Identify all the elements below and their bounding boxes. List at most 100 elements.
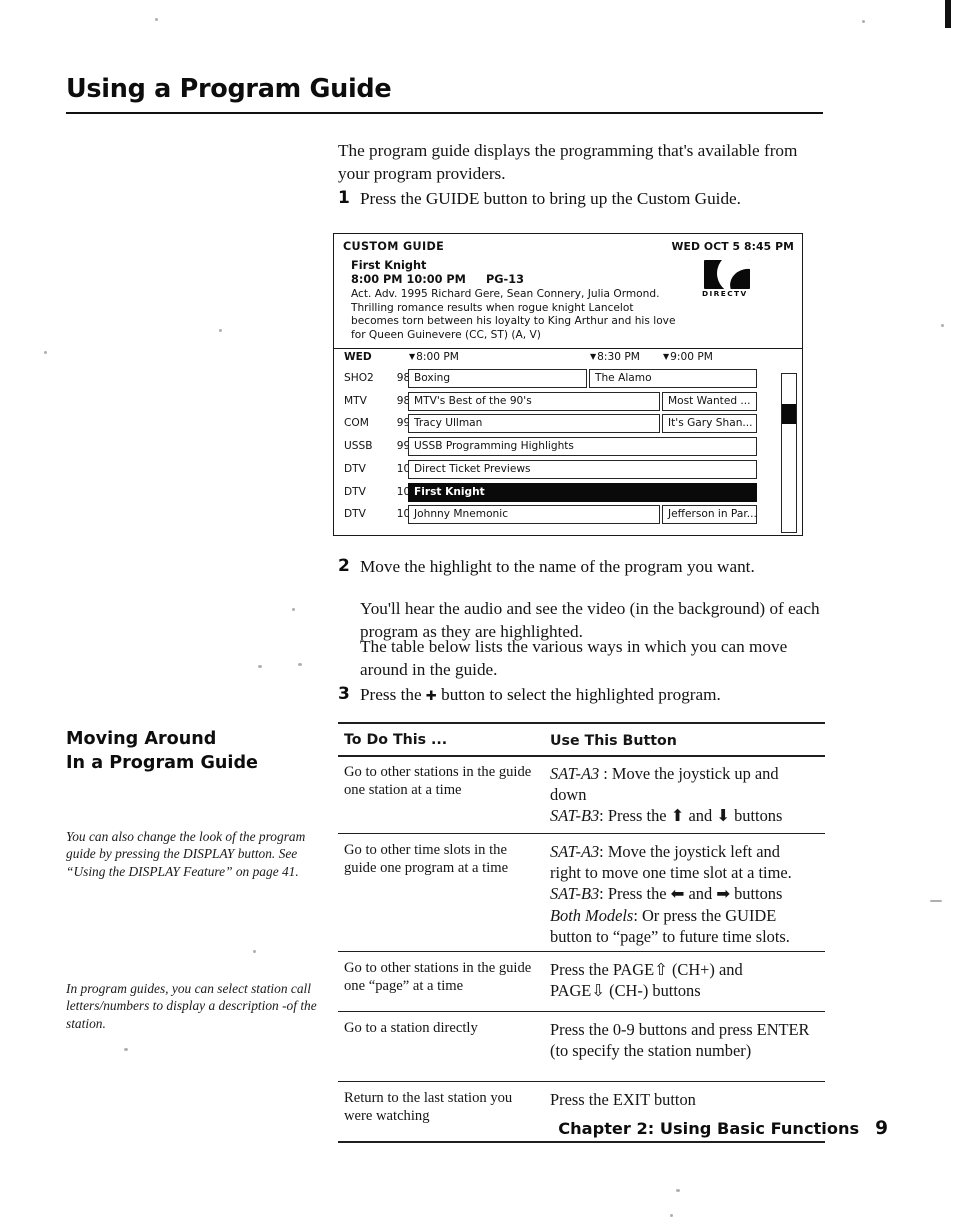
instruction-text: Press the EXIT button [550,1090,696,1109]
table-cell-line: SAT-B3: Press the ⬆ and ⬇ buttons [550,806,783,826]
table-cell-line: down [550,784,822,805]
scan-speck [258,665,262,668]
guide-cell[interactable]: The Alamo [589,369,757,388]
instruction-text: Or press the GUIDE [641,905,777,925]
table-divider [338,755,825,757]
guide-station-call[interactable]: MTV [344,395,386,407]
guide-program-rating: PG-13 [486,273,524,286]
guide-row[interactable]: DTV 100 Direct Ticket Previews [334,459,802,481]
scan-speck [219,329,222,332]
guide-program-name: First Knight [351,259,427,272]
step-3: 3 Press the ✚ button to select the highl… [338,684,824,709]
guide-station-call[interactable]: USSB [344,440,386,452]
table-cell-do: Go to other time slots in the guide one … [344,842,509,877]
guide-cell[interactable]: Boxing [408,369,587,388]
table-cell-line: SAT-A3 : Move the joystick up and [550,764,779,783]
footer-chapter: Chapter 2: Using Basic Functions [558,1119,860,1138]
guide-station-call[interactable]: SHO2 [344,372,386,384]
guide-row[interactable]: DTV 105 Johnny Mnemonic Jefferson in Par... [334,504,802,526]
guide-cell[interactable]: USSB Programming Highlights [408,437,757,457]
step-2-number: 2 [338,556,350,576]
time-slot-label: 8:30 PM [597,351,640,363]
table-cell-button: SAT-A3 : Move the joystick up and down SAT… [550,763,822,827]
intro-paragraph: The program guide displays the programmi… [338,141,798,183]
instruction-text: Press the ⬆ and ⬇ buttons [607,806,783,826]
table-cell-do: Go to a station directly [344,1020,478,1036]
guide-row[interactable]: SHO2 987 Boxing The Alamo [334,368,802,390]
guide-grid: WED ▼8:00 PM ▼8:30 PM ▼9:00 PM SHO2 987 Boxin… [334,349,802,535]
table-divider [338,722,825,724]
table-cell-line: SAT-B3: Press the ⬅ and ➡ buttons [550,884,783,904]
instruction-text: down [550,785,587,805]
guide-title: CUSTOM GUIDE [343,240,445,253]
guide-cell-selected[interactable]: First Knight [408,482,757,502]
table-divider [338,1011,825,1013]
footer-page-number: 9 [875,1118,888,1139]
step-3-text-before: Press the [360,685,426,704]
step-1-number: 1 [338,188,350,208]
table-cell-line: Press the PAGE⇧ (CH+) and [550,959,822,980]
model-name: SAT-B3 [550,806,600,826]
scan-speck [676,1189,680,1192]
guide-station-call[interactable]: COM [344,417,386,429]
guide-datetime: WED OCT 5 8:45 PM [671,240,794,253]
guide-row[interactable]: MTV 989 MTV's Best of the 90's Most Wanted … [334,391,802,413]
guide-station-call[interactable]: DTV [344,463,386,475]
directv-logo-mark [704,260,750,289]
guide-cell[interactable]: Most Wanted ... [662,391,757,411]
scan-speck [124,1048,128,1051]
guide-cell[interactable]: It's Gary Shan... [662,414,757,434]
directv-logo-icon: DIRECTV [696,260,758,302]
select-button-icon: ✚ [425,689,437,704]
guide-cell[interactable]: Johnny Mnemonic [408,505,660,525]
guide-row[interactable]: COM 990 Tracy Ullman It's Gary Shan... [334,413,802,435]
scan-speck [298,663,302,666]
table-cell-line: SAT-A3: Move the joystick left and [550,842,780,861]
time-slot-marker-icon: ▼ [409,352,416,361]
custom-guide-screenshot: CUSTOM GUIDE WED OCT 5 8:45 PM First Kni… [333,233,803,536]
guide-time-slot-3: ▼9:00 PM [663,351,713,363]
scan-speck [292,608,295,611]
table-header-button: Use This Button [550,733,677,749]
guide-station-call[interactable]: DTV [344,508,386,520]
scan-speck [930,900,942,902]
page-footer: Chapter 2: Using Basic Functions 9 [558,1118,888,1139]
table-cell-do: Go to other stations in the guide one st… [344,764,532,799]
table-divider [338,1081,825,1083]
time-slot-marker-icon: ▼ [590,352,597,361]
table-cell-line: Both Models: Or press the GUIDE [550,905,777,925]
table-divider [338,833,825,835]
scan-speck [155,18,158,21]
model-name: Both Models [550,905,634,925]
guide-row[interactable]: DTV 102 First Knight [334,482,802,504]
table-header-do: To Do This ... [344,732,448,748]
time-slot-label: 9:00 PM [670,351,713,363]
margin-note-display: You can also change the look of the prog… [66,829,306,879]
step-3-text: Press the ✚ button to select the highlig… [360,684,721,709]
section-heading-line1: Moving Around [66,729,217,749]
guide-program-description: Act. Adv. 1995 Richard Gere, Sean Conner… [351,288,676,341]
step-3-text-after: button to select the highlighted program… [436,685,721,704]
model-name: SAT-B3 [550,884,600,904]
step-3-number: 3 [338,684,350,704]
table-cell-line: PAGE⇩ (CH-) buttons [550,980,822,1001]
scan-speck [670,1214,673,1217]
table-cell-do: Return to the last station you were watc… [344,1090,513,1125]
table-cell-line: (to specify the station number) [550,1040,822,1061]
table-cell-button: Press the PAGE⇧ (CH+) and PAGE⇩ (CH-) but… [550,959,822,1001]
guide-station-call[interactable]: DTV [344,486,386,498]
instruction-text: right to move one time slot at a time. [550,863,792,883]
instruction-text: (to specify the station number) [550,1041,752,1061]
guide-cell[interactable]: Jefferson in Par... [662,505,757,525]
guide-cell[interactable]: Direct Ticket Previews [408,459,757,479]
guide-cell[interactable]: MTV's Best of the 90's [408,391,660,411]
guide-cell[interactable]: Tracy Ullman [408,414,660,434]
step-2-text: Move the highlight to the name of the pr… [360,557,755,576]
guide-row[interactable]: USSB 999 USSB Programming Highlights [334,436,802,458]
table-cell-line: Press the EXIT button [550,1089,822,1110]
step-1-text: Press the GUIDE button to bring up the C… [360,189,741,208]
table-divider [338,1141,825,1143]
page-title: Using a Program Guide [66,74,392,104]
margin-note-station: In program guides, you can select statio… [66,981,317,1031]
guide-program-times: 8:00 PM 10:00 PM [351,273,466,286]
